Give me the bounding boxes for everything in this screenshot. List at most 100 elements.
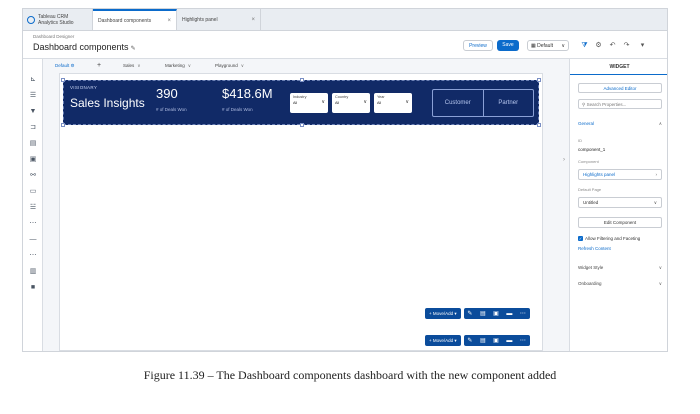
partner-button[interactable]: Partner [482,90,534,116]
widget-floating-toolbar: + Move/Add ▾ ✎ ▤ ▣ ▬ ⋯ [425,308,530,319]
tab-label: Dashboard components [98,17,152,24]
text-icon[interactable]: ☱ [28,203,38,213]
table-icon[interactable]: ☰ [28,91,38,101]
edit-component-button[interactable]: Edit Component [578,217,662,228]
section-onboarding[interactable]: Onboarding ∨ [578,279,662,289]
move-add-button[interactable]: + Move/Add ▾ [425,308,461,319]
clone-icon[interactable]: ▣ [493,337,499,344]
chevron-down-icon: ∨ [653,200,657,205]
country-filter[interactable]: Country All ∨ [332,93,370,113]
divider-icon[interactable]: — [28,235,38,245]
properties-panel: WIDGET Advanced Editor ⚲ Search Properti… [569,59,667,351]
highlights-panel-component[interactable]: VISIONARY Sales Insights 390 # of Deals … [61,78,541,127]
close-icon[interactable]: × [167,18,171,24]
allow-filtering-checkbox[interactable]: ✓ Allow Filtering and Faceting [578,235,667,243]
delete-icon[interactable]: ▬ [506,338,512,344]
collapse-panel-icon[interactable]: › [563,157,565,163]
kpi-value: 390 [156,86,178,101]
default-page-select[interactable]: Untitled ∨ [578,197,662,208]
save-button[interactable]: Save [497,40,519,51]
page-tab-marketing[interactable]: Marketing ∨ [161,61,195,71]
grid-icon: ▦ [531,43,536,49]
navigation-icon[interactable]: ⋯ [28,251,38,261]
advanced-editor-button[interactable]: Advanced Editor [578,83,662,93]
page-tabs: Default ⚙ + Sales ∨ Marketing ∨ Playground… [43,59,551,73]
image-icon[interactable]: ▭ [28,187,38,197]
layout-select[interactable]: ▦ Default ∨ [527,40,569,51]
number-icon[interactable]: ⋯ [28,219,38,229]
copy-icon[interactable]: ▤ [480,337,486,344]
page-tab-default[interactable]: Default ⚙ [51,61,79,71]
resize-handle[interactable] [61,78,65,82]
app-brand[interactable]: Tableau CRM Analytics Studio [23,9,93,30]
close-icon[interactable]: × [251,17,255,23]
report-icon[interactable]: ▥ [28,267,38,277]
brand-logo: VISIONARY [70,85,98,90]
panel-tab-widget[interactable]: WIDGET [570,59,667,75]
kpi-value: $418.6M [222,86,273,101]
component-select[interactable]: Highlights panel › [578,169,662,180]
page-tab-playground[interactable]: Playground ∨ [211,61,248,71]
chevron-down-icon: ∨ [561,43,565,49]
pencil-icon[interactable]: ✎ [131,46,136,52]
resize-handle[interactable] [537,78,541,82]
id-label: ID [578,138,582,143]
copy-icon[interactable]: ▤ [480,310,486,317]
chevron-down-icon: ∨ [405,99,409,105]
resize-handle[interactable] [61,123,65,127]
designer-header: Dashboard Designer Dashboard components ✎… [23,31,667,59]
filter-widget-icon[interactable]: ▼ [28,107,38,117]
industry-filter[interactable]: Industry All ∨ [290,93,328,113]
component-icon[interactable]: ▣ [28,155,38,165]
breadcrumb[interactable]: Dashboard Designer [33,34,74,39]
chevron-down-icon: ∨ [240,63,245,68]
edit-icon[interactable]: ✎ [467,337,472,344]
chevron-down-icon: ∨ [187,63,192,68]
panel-title: Sales Insights [70,96,145,110]
search-icon: ⚲ [582,102,586,107]
clone-icon[interactable]: ▣ [493,310,499,317]
date-icon[interactable]: ⊐ [28,123,38,133]
container-icon[interactable]: ■ [28,283,38,293]
default-page-label: Default Page [578,187,602,192]
chevron-down-icon: ∨ [321,99,325,105]
chevron-down-icon: ∨ [658,281,662,286]
undo-icon[interactable]: ↶ [607,40,618,51]
year-filter[interactable]: Year All ∨ [374,93,412,113]
link-icon[interactable]: ⚯ [28,171,38,181]
more-menu-icon[interactable]: ▾ [637,40,648,51]
section-widget-style[interactable]: Widget Style ∨ [578,263,662,273]
resize-handle[interactable] [300,123,304,127]
tab-dashboard-components[interactable]: Dashboard components × [93,9,177,30]
tab-highlights-panel[interactable]: Highlights panel × [177,9,261,30]
toggle-button-group: Customer Partner [432,89,534,117]
more-icon[interactable]: ⋯ [520,337,526,344]
preview-button[interactable]: Preview [463,40,493,51]
chart-icon[interactable]: ⊾ [28,75,38,85]
widget-actions: ✎ ▤ ▣ ▬ ⋯ [463,308,530,319]
list-selector-icon[interactable]: ▤ [28,139,38,149]
resize-handle[interactable] [537,123,541,127]
section-general[interactable]: General ∧ [578,119,662,129]
page-title: Dashboard components ✎ [33,42,136,52]
resize-handle[interactable] [300,78,304,82]
redo-icon[interactable]: ↷ [621,40,632,51]
refresh-content-link[interactable]: Refresh Content [578,246,611,251]
checkbox-checked-icon[interactable]: ✓ [578,236,583,242]
page-title-text: Dashboard components [33,42,129,52]
figure-caption: Figure 11.39 – The Dashboard components … [143,368,557,382]
gear-icon[interactable]: ⚙ [593,40,604,51]
search-properties-input[interactable]: ⚲ Search Properties... [578,99,662,109]
move-add-button[interactable]: + Move/Add ▾ [425,335,461,346]
chevron-down-icon: ∨ [363,99,367,105]
delete-icon[interactable]: ▬ [506,311,512,317]
edit-icon[interactable]: ✎ [467,310,472,317]
page-tab-sales[interactable]: Sales ∨ [119,61,145,71]
filter-icon[interactable]: ⧩ [579,40,590,51]
widget-actions: ✎ ▤ ▣ ▬ ⋯ [463,335,530,346]
add-page-button[interactable]: + [93,61,105,71]
chevron-right-icon: › [655,172,658,177]
customer-button[interactable]: Customer [433,90,483,116]
more-icon[interactable]: ⋯ [520,310,526,317]
app-window: Tableau CRM Analytics Studio Dashboard c… [22,8,668,352]
